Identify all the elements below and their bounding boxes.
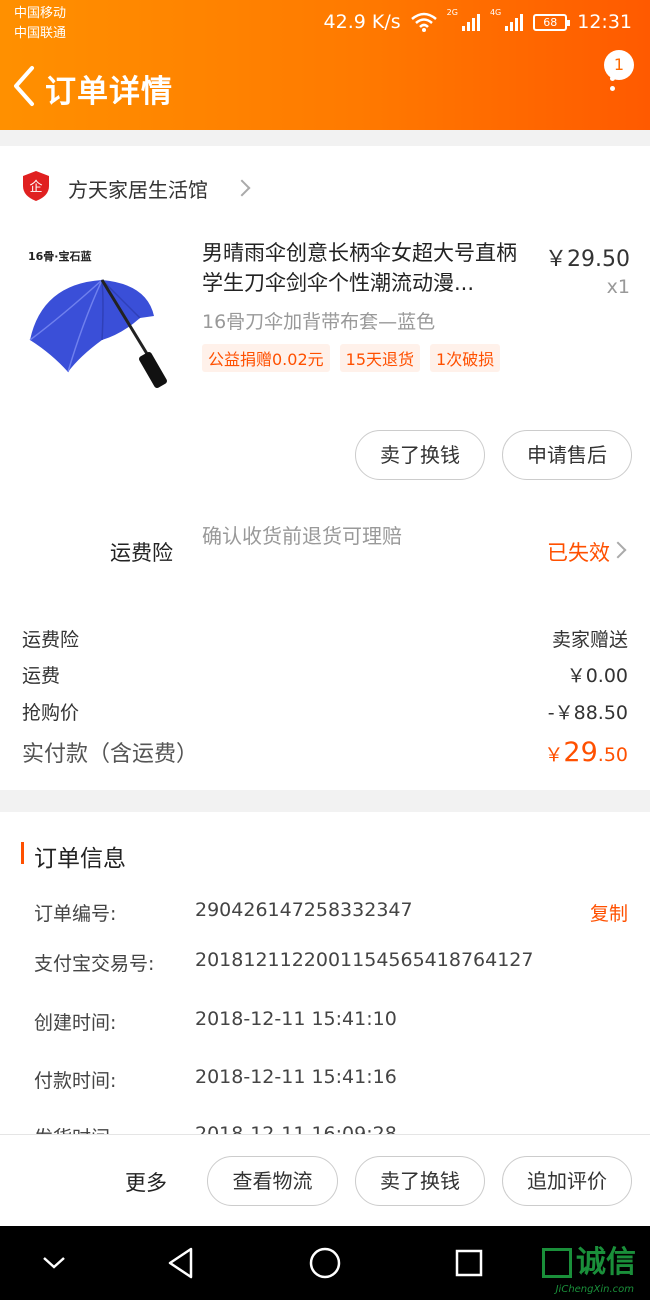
product-image[interactable]: 16骨·宝石蓝 <box>22 244 180 400</box>
network-type-2: 4G <box>489 8 502 17</box>
fee-value: -￥88.50 <box>547 702 628 724</box>
section-accent-bar <box>21 842 24 864</box>
total-currency: ￥ <box>544 744 564 766</box>
shop-name[interactable]: 方天家居生活馆 <box>68 174 208 203</box>
after-sale-button[interactable]: 申请售后 <box>502 430 632 480</box>
more-menu-icon[interactable] <box>602 76 622 106</box>
product-tags: 公益捐赠0.02元 15天退货 1次破损 <box>202 344 501 372</box>
network-type-1: 2G <box>446 8 458 17</box>
watermark-text: 诚信 <box>576 1245 636 1280</box>
order-info-card: 订单信息 订单编号: 290426147258332347 复制 支付宝交易号:… <box>0 812 650 1142</box>
product-sku: 16骨刀伞加背带布套—蓝色 <box>202 311 436 333</box>
signal-icon-2 <box>505 13 524 31</box>
insurance-label: 运费险 <box>110 541 173 565</box>
more-button[interactable]: 更多 <box>125 1167 167 1197</box>
carrier-1: 中国移动 <box>14 6 67 21</box>
svg-text:企: 企 <box>29 179 42 195</box>
nav-recents-icon[interactable] <box>454 1248 484 1278</box>
total-amount: ￥29.50 <box>544 737 628 768</box>
fee-row-shipping: 运费 ￥0.00 <box>22 661 628 688</box>
sell-button-bottom[interactable]: 卖了换钱 <box>355 1156 485 1206</box>
clock: 12:31 <box>577 11 632 33</box>
product-quantity: x1 <box>606 276 630 298</box>
chevron-right-icon[interactable] <box>233 179 251 197</box>
info-value: 2018121122001154565418764127 <box>195 949 534 971</box>
bottom-action-bar: 更多 查看物流 卖了换钱 追加评价 <box>0 1134 650 1226</box>
info-label: 创建时间: <box>34 1012 117 1034</box>
copy-button[interactable]: 复制 <box>590 899 628 926</box>
fee-row-insurance: 运费险 卖家赠送 <box>22 625 628 652</box>
total-label: 实付款（含运费） <box>22 742 199 767</box>
add-review-button[interactable]: 追加评价 <box>502 1156 632 1206</box>
insurance-status[interactable]: 已失效 <box>547 537 610 567</box>
product-price: ￥29.50 <box>545 247 630 272</box>
carrier-2: 中国联通 <box>14 26 67 41</box>
info-value: 2018-12-11 15:41:16 <box>195 1066 397 1088</box>
back-arrow-icon[interactable] <box>8 62 42 110</box>
total-dec: .50 <box>597 744 628 766</box>
chevron-right-icon[interactable] <box>609 541 627 559</box>
total-int: 29 <box>563 737 598 768</box>
total-row: 实付款（含运费） ￥29.50 <box>22 736 628 768</box>
product-title[interactable]: 男晴雨伞创意长柄伞女超大号直柄学生刀伞剑伞个性潮流动漫... <box>202 238 532 298</box>
system-nav-bar: 诚信 JiChengXin.com <box>0 1226 650 1300</box>
tag-damage: 1次破损 <box>430 344 501 372</box>
fee-value: ￥0.00 <box>566 665 628 687</box>
info-label: 支付宝交易号: <box>34 953 155 975</box>
order-item-card: 企 方天家居生活馆 16骨·宝石蓝 男晴雨伞创意长柄伞女超大号直柄学生刀伞剑伞个… <box>0 146 650 790</box>
app-header: 中国移动 中国联通 42.9 K/s 2G 4G 68 12:31 订单详情 1 <box>0 0 650 130</box>
page-title: 订单详情 <box>45 74 173 110</box>
tag-donation: 公益捐赠0.02元 <box>202 344 330 372</box>
network-speed: 42.9 K/s <box>323 11 401 33</box>
insurance-desc: 确认收货前退货可理赔 <box>202 524 402 548</box>
signal-icon-1 <box>461 13 480 31</box>
info-value: 290426147258332347 <box>195 899 413 921</box>
info-label: 订单编号: <box>34 903 117 925</box>
fee-label: 运费 <box>22 665 61 687</box>
umbrella-icon <box>29 279 167 388</box>
info-value: 2018-12-11 15:41:10 <box>195 1008 397 1030</box>
status-carriers: 中国移动 中国联通 <box>14 4 66 44</box>
watermark-subtext: JiChengXin.com <box>555 1284 634 1295</box>
nav-back-icon[interactable] <box>166 1246 196 1280</box>
order-info-title: 订单信息 <box>34 846 126 872</box>
fee-label: 运费险 <box>22 629 80 651</box>
status-right: 42.9 K/s 2G 4G 68 12:31 <box>324 8 632 36</box>
watermark-box-icon <box>542 1248 572 1278</box>
info-label: 付款时间: <box>34 1070 117 1092</box>
fee-row-flash-price: 抢购价 -￥88.50 <box>22 698 628 725</box>
fee-value: 卖家赠送 <box>551 629 628 651</box>
watermark-logo: 诚信 <box>542 1248 636 1278</box>
fee-label: 抢购价 <box>22 702 80 724</box>
wifi-icon <box>410 12 437 32</box>
sell-button[interactable]: 卖了换钱 <box>355 430 485 480</box>
view-logistics-button[interactable]: 查看物流 <box>207 1156 338 1206</box>
product-image-caption: 16骨·宝石蓝 <box>28 250 92 263</box>
battery-icon: 68 <box>533 13 571 31</box>
nav-home-icon[interactable] <box>308 1246 342 1280</box>
tag-return: 15天退货 <box>339 344 421 372</box>
chevron-down-icon[interactable] <box>40 1252 68 1272</box>
shop-badge-icon: 企 <box>23 171 49 201</box>
